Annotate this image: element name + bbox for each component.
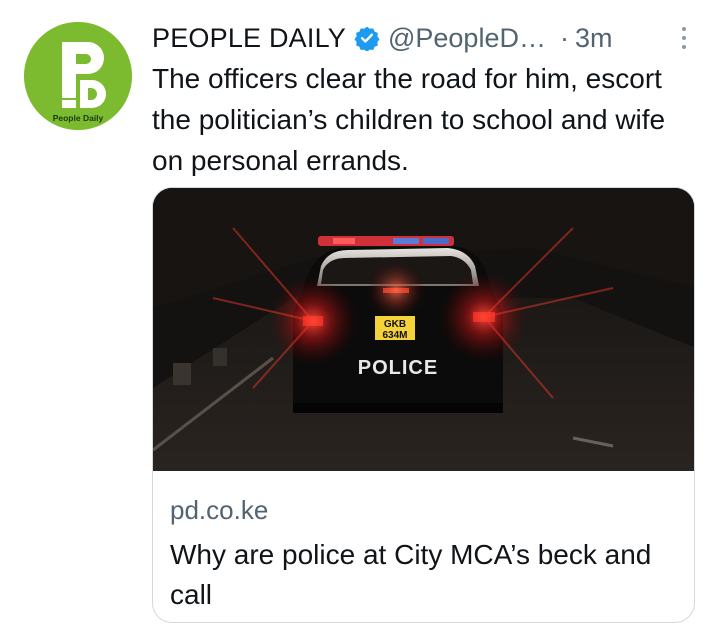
timestamp[interactable]: 3m [575,23,613,54]
vertical-ellipsis-icon[interactable] [672,24,696,52]
tweet-header: PEOPLE DAILY @PeopleD… · 3m [152,18,696,58]
link-card[interactable]: GKB 634M POLICE pd.co.ke Why are police … [152,187,695,623]
logo-caption: People Daily [53,113,104,123]
separator-dot: · [559,22,569,53]
verified-badge-icon [354,25,380,51]
plate-line-1: GKB [384,319,406,330]
profile-avatar[interactable]: People Daily [24,22,132,130]
tweet-text: The officers clear the road for him, esc… [152,63,666,176]
author-handle[interactable]: @PeopleD… [388,23,546,54]
police-label: POLICE [358,357,438,379]
card-image[interactable]: GKB 634M POLICE [153,188,694,471]
people-daily-logo: People Daily [24,22,132,130]
card-domain: pd.co.ke [170,495,269,525]
plate-line-2: 634M [382,330,407,341]
card-title: Why are police at City MCA’s beck and ca… [170,539,652,610]
author-name[interactable]: PEOPLE DAILY [152,23,346,54]
police-car-photo: GKB 634M POLICE [153,188,694,471]
